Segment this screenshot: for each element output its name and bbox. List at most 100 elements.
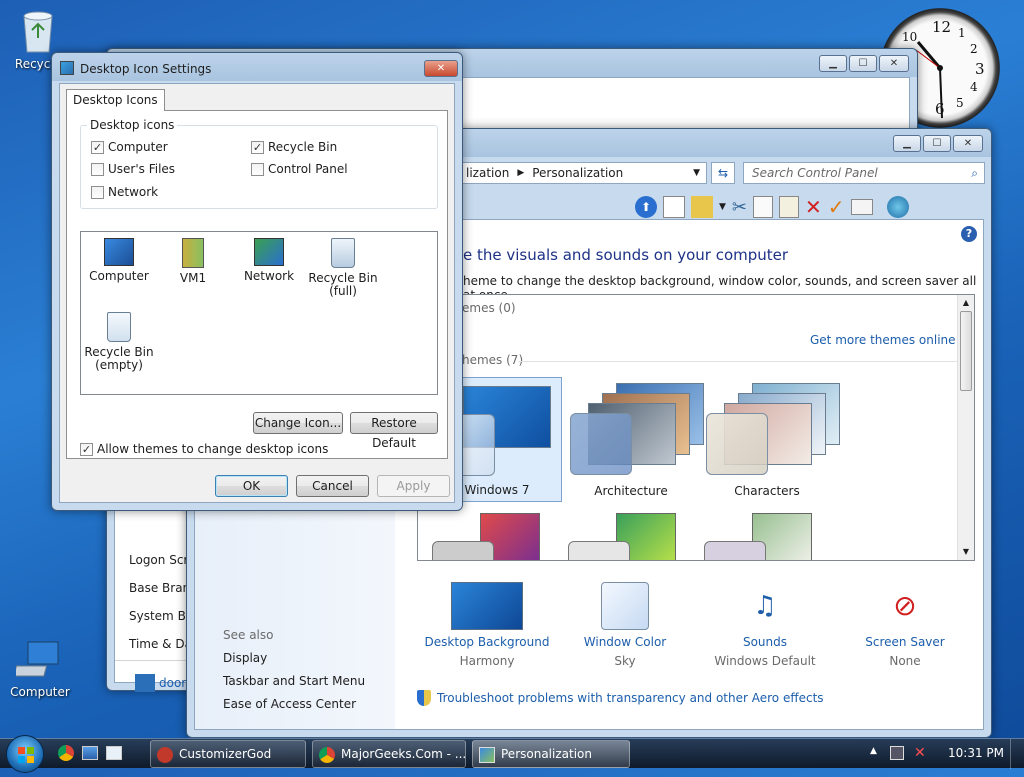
- checkbox-box[interactable]: ✓: [251, 140, 264, 154]
- change-icon-button[interactable]: Change Icon...: [253, 412, 343, 434]
- icon-list[interactable]: Computer VM1 Network Recycle Bin (full) …: [80, 231, 438, 395]
- checkbox-label: User's Files: [108, 162, 176, 176]
- address-bar[interactable]: lization ▶ Personalization ▼: [457, 162, 707, 184]
- breadcrumb-prev[interactable]: lization: [466, 166, 509, 180]
- bg-left-item[interactable]: Time & Da: [129, 637, 192, 651]
- window-color-setting[interactable]: Window Color Sky: [565, 582, 685, 668]
- paste-icon[interactable]: [779, 196, 800, 218]
- sounds-link[interactable]: Sounds: [705, 635, 825, 649]
- checkbox-box[interactable]: [251, 162, 264, 176]
- screen-saver-setting[interactable]: ⊘ Screen Saver None: [845, 582, 965, 668]
- chevron-down-icon[interactable]: ▼: [693, 168, 700, 178]
- troubleshoot-row[interactable]: Troubleshoot problems with transparency …: [417, 690, 824, 706]
- desktop-computer[interactable]: Computer: [0, 638, 80, 699]
- checkbox-label: Allow themes to change desktop icons: [97, 442, 329, 456]
- checkbox-recycle-bin[interactable]: ✓ Recycle Bin: [251, 140, 337, 154]
- close-button[interactable]: ✕: [953, 135, 983, 152]
- close-button[interactable]: ✕: [879, 55, 909, 72]
- icon-item-computer[interactable]: Computer: [79, 238, 159, 283]
- search-input[interactable]: Search Control Panel: [752, 166, 878, 180]
- delete-icon[interactable]: ✕: [805, 195, 822, 219]
- icon-item-vm1[interactable]: VM1: [153, 238, 233, 285]
- help-icon[interactable]: ?: [961, 226, 977, 242]
- chrome-icon[interactable]: [58, 745, 74, 761]
- theme-label: Characters: [734, 484, 800, 498]
- globe-icon[interactable]: [886, 196, 909, 218]
- refresh-button[interactable]: ⇆: [711, 162, 735, 184]
- see-also-display[interactable]: Display: [223, 651, 267, 665]
- checkbox-box[interactable]: [91, 162, 104, 176]
- apply-button[interactable]: Apply: [377, 475, 450, 497]
- up-arrow-icon[interactable]: ⬆: [635, 196, 657, 218]
- checkmark-icon[interactable]: ✓: [828, 195, 845, 219]
- maximize-button[interactable]: ☐: [849, 55, 877, 72]
- maximize-button[interactable]: ☐: [923, 135, 951, 152]
- action-center-icon[interactable]: [890, 746, 904, 760]
- scroll-thumb[interactable]: [960, 311, 972, 391]
- theme-list-scrollbar[interactable]: ▲ ▼: [957, 295, 974, 560]
- start-button[interactable]: [6, 735, 44, 773]
- cut-icon[interactable]: ✂: [732, 197, 747, 218]
- search-icon[interactable]: ⌕: [971, 166, 978, 181]
- desktop-icon-settings-dialog[interactable]: Desktop Icon Settings ✕ Desktop Icons De…: [51, 52, 463, 511]
- clock-time[interactable]: 10:31 PM: [948, 746, 1004, 760]
- icon-item-label: Recycle Bin (full): [308, 271, 378, 298]
- screen-saver-icon: ⊘: [893, 589, 917, 622]
- task-majorgeeks[interactable]: MajorGeeks.Com - ...: [312, 740, 466, 768]
- breadcrumb-current[interactable]: Personalization: [532, 166, 623, 180]
- dialog-close-button[interactable]: ✕: [424, 60, 458, 77]
- see-also-ease-of-access[interactable]: Ease of Access Center: [223, 697, 356, 711]
- get-more-themes-link[interactable]: Get more themes online: [810, 333, 956, 347]
- checkbox-box[interactable]: ✓: [80, 442, 93, 456]
- window-color-value: Sky: [614, 654, 636, 668]
- task-personalization[interactable]: Personalization: [472, 740, 630, 768]
- copy-icon[interactable]: [753, 196, 774, 218]
- restore-default-button[interactable]: Restore Default: [350, 412, 438, 450]
- show-desktop-icon[interactable]: [82, 746, 98, 760]
- icon-item-recycle-bin-full[interactable]: Recycle Bin (full): [303, 238, 383, 298]
- screen-saver-link[interactable]: Screen Saver: [845, 635, 965, 649]
- page-title: e the visuals and sounds on your compute…: [463, 246, 789, 264]
- chevron-down-icon[interactable]: ▼: [719, 202, 726, 212]
- scroll-down-icon[interactable]: ▼: [958, 544, 974, 560]
- minimize-button[interactable]: ▁: [819, 55, 847, 72]
- scroll-up-icon[interactable]: ▲: [958, 295, 974, 311]
- folder-icon[interactable]: [691, 196, 713, 218]
- window-color-link[interactable]: Window Color: [565, 635, 685, 649]
- minimize-button[interactable]: ▁: [893, 135, 921, 152]
- tab-desktop-icons[interactable]: Desktop Icons: [66, 89, 165, 111]
- see-also-taskbar[interactable]: Taskbar and Start Menu: [223, 674, 365, 688]
- theme-characters[interactable]: Characters: [702, 377, 840, 502]
- cancel-button[interactable]: Cancel: [296, 475, 369, 497]
- desktop-background-link[interactable]: Desktop Background: [417, 635, 557, 649]
- icon-item-recycle-bin-empty[interactable]: Recycle Bin (empty): [79, 312, 159, 372]
- checkbox-box[interactable]: ✓: [91, 140, 104, 154]
- task-label: MajorGeeks.Com - ...: [341, 747, 466, 761]
- switch-windows-icon[interactable]: [106, 746, 122, 760]
- checkbox-network[interactable]: Network: [91, 185, 158, 199]
- sounds-setting[interactable]: ♫ Sounds Windows Default: [705, 582, 825, 668]
- task-label: Personalization: [501, 747, 592, 761]
- properties-icon[interactable]: [850, 199, 873, 215]
- volume-muted-icon[interactable]: ✕: [914, 745, 926, 761]
- ok-button[interactable]: OK: [215, 475, 288, 497]
- desktop-background-setting[interactable]: Desktop Background Harmony: [417, 582, 557, 668]
- pane-icon[interactable]: [663, 196, 685, 218]
- tray-expand-icon[interactable]: ▲: [870, 746, 877, 756]
- checkbox-users-files[interactable]: User's Files: [91, 162, 175, 176]
- checkbox-allow-themes[interactable]: ✓ Allow themes to change desktop icons: [80, 442, 328, 456]
- show-desktop-button[interactable]: [1010, 739, 1024, 769]
- screen-saver-value: None: [889, 654, 921, 668]
- bg-bottom-link[interactable]: door: [159, 676, 186, 690]
- theme-list[interactable]: emes (0) Get more themes online hemes (7…: [417, 294, 975, 561]
- search-box[interactable]: Search Control Panel ⌕: [743, 162, 985, 184]
- sounds-value: Windows Default: [714, 654, 816, 668]
- my-themes-header: emes (0): [462, 301, 516, 315]
- theme-architecture[interactable]: Architecture: [566, 377, 704, 502]
- troubleshoot-link[interactable]: Troubleshoot problems with transparency …: [437, 691, 824, 705]
- checkbox-control-panel[interactable]: Control Panel: [251, 162, 348, 176]
- checkbox-computer[interactable]: ✓ Computer: [91, 140, 168, 154]
- checkbox-box[interactable]: [91, 185, 104, 199]
- task-customizergod[interactable]: CustomizerGod: [150, 740, 306, 768]
- icon-item-network[interactable]: Network: [229, 238, 309, 283]
